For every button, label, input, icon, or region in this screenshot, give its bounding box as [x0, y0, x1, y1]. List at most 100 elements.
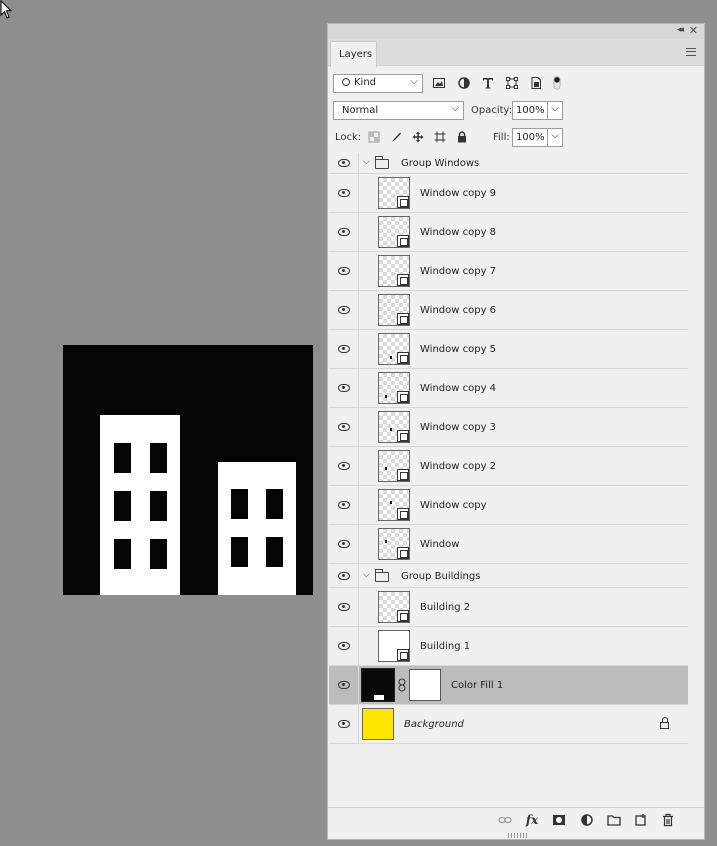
trash-icon[interactable] — [661, 813, 675, 827]
layer-row[interactable]: Window copy 6 — [329, 291, 688, 330]
panel-menu-icon[interactable] — [686, 48, 696, 56]
blend-row: Normal ⌵ Opacity: 100% ⌵ — [328, 101, 704, 121]
layer-thumbnail — [378, 216, 410, 248]
close-icon[interactable]: ✕ — [689, 24, 698, 37]
pixel-filter-icon[interactable] — [432, 76, 446, 90]
window — [150, 491, 167, 521]
layer-row-background[interactable]: Background — [329, 705, 688, 744]
visibility-toggle[interactable] — [329, 252, 359, 290]
new-group-icon[interactable] — [607, 813, 621, 827]
visibility-toggle[interactable] — [329, 213, 359, 251]
fx-icon[interactable]: fx — [525, 813, 539, 827]
opacity-dropdown[interactable]: ⌵ — [548, 101, 563, 120]
layer-row[interactable]: Window copy 2 — [329, 447, 688, 486]
fill-layer-thumbnail[interactable] — [361, 668, 395, 702]
chain-link-icon[interactable] — [398, 678, 406, 692]
layer-thumbnail — [378, 528, 410, 560]
blend-mode-select[interactable]: Normal ⌵ — [333, 101, 464, 120]
eye-icon — [338, 267, 350, 275]
shape-layer-icon — [397, 610, 409, 622]
layer-name: Window copy 7 — [420, 266, 497, 277]
layer-thumbnail — [378, 177, 410, 209]
shape-filter-icon[interactable] — [505, 76, 519, 90]
window — [266, 489, 283, 519]
visibility-toggle[interactable] — [329, 564, 359, 587]
visibility-toggle[interactable] — [329, 666, 359, 704]
layer-row-selected[interactable]: Color Fill 1 — [329, 666, 688, 705]
blend-mode-value: Normal — [342, 105, 379, 116]
adjustment-filter-icon[interactable] — [457, 76, 471, 90]
lock-all-icon[interactable] — [456, 131, 468, 143]
visibility-toggle[interactable] — [329, 408, 359, 446]
adjustment-layer-icon[interactable] — [580, 813, 594, 827]
eye-icon — [338, 540, 350, 548]
layers-bottom-toolbar: fx — [328, 807, 704, 831]
layer-name: Window copy 9 — [420, 188, 497, 199]
panel-resize-grip[interactable] — [508, 833, 528, 838]
filter-kind-select[interactable]: Kind ⌵ — [333, 74, 423, 93]
fill-label: Fill: — [493, 132, 510, 143]
lock-icon — [660, 717, 669, 729]
visibility-toggle[interactable] — [329, 705, 359, 743]
opacity-value: 100% — [516, 105, 545, 116]
lock-image-pixels-icon[interactable] — [390, 131, 402, 143]
visibility-toggle[interactable] — [329, 174, 359, 212]
double-chevron-left-icon[interactable]: ◂◂ — [677, 25, 684, 35]
type-filter-icon[interactable] — [481, 76, 495, 90]
layer-row[interactable]: Window copy 7 — [329, 252, 688, 291]
window — [150, 539, 167, 569]
layer-row[interactable]: Window copy 3 — [329, 408, 688, 447]
filter-kind-label: Kind — [354, 77, 377, 88]
layer-row[interactable]: Window copy 5 — [329, 330, 688, 369]
smart-object-filter-icon[interactable] — [529, 76, 543, 90]
layer-row[interactable]: Window copy 4 — [329, 369, 688, 408]
layer-name: Window copy 4 — [420, 383, 497, 394]
chevron-down-icon[interactable]: ⌵ — [363, 157, 370, 167]
eye-icon — [338, 720, 350, 728]
lock-artboard-icon[interactable] — [434, 131, 446, 143]
add-mask-icon[interactable] — [552, 813, 566, 827]
visibility-toggle[interactable] — [329, 588, 359, 626]
layer-row[interactable]: Window copy 9 — [329, 174, 688, 213]
layer-row[interactable]: Window copy 8 — [329, 213, 688, 252]
visibility-toggle[interactable] — [329, 486, 359, 524]
new-layer-icon[interactable] — [634, 813, 648, 827]
layer-row[interactable]: Building 1 — [329, 627, 688, 666]
shape-layer-icon — [397, 235, 409, 247]
eye-icon — [338, 501, 350, 509]
lock-transparent-pixels-icon[interactable] — [368, 131, 380, 143]
layer-row[interactable]: Building 2 — [329, 588, 688, 627]
shape-preview — [390, 356, 392, 359]
canvas-document[interactable] — [63, 345, 313, 595]
visibility-toggle[interactable] — [329, 447, 359, 485]
lock-label: Lock: — [335, 132, 362, 143]
shape-preview — [385, 540, 387, 543]
layer-mask-thumbnail[interactable] — [409, 669, 441, 701]
visibility-toggle[interactable] — [329, 369, 359, 407]
chevron-down-icon[interactable]: ⌵ — [363, 570, 370, 580]
filter-toggle-icon[interactable] — [552, 76, 562, 90]
fill-dropdown[interactable]: ⌵ — [548, 128, 563, 147]
shape-layer-icon — [397, 313, 409, 325]
visibility-toggle[interactable] — [329, 291, 359, 329]
visibility-toggle[interactable] — [329, 525, 359, 563]
visibility-toggle[interactable] — [329, 153, 359, 173]
fill-input[interactable]: 100% — [512, 128, 548, 147]
shape-preview — [390, 428, 392, 431]
tab-layers[interactable]: Layers — [330, 41, 377, 67]
layer-row[interactable]: Window copy — [329, 486, 688, 525]
layer-row-group-buildings[interactable]: ⌵ Group Buildings — [329, 564, 688, 588]
visibility-toggle[interactable] — [329, 627, 359, 665]
panel-title-bar[interactable]: ◂◂ ✕ — [328, 24, 704, 39]
eye-icon — [338, 345, 350, 353]
visibility-toggle[interactable] — [329, 330, 359, 368]
layer-row-group-windows[interactable]: ⌵ Group Windows — [329, 153, 688, 174]
layer-name: Background — [404, 719, 464, 730]
eye-icon — [338, 159, 350, 167]
link-layers-icon[interactable] — [498, 813, 512, 827]
window — [150, 443, 167, 473]
lock-position-icon[interactable] — [412, 131, 424, 143]
opacity-input[interactable]: 100% — [512, 101, 548, 120]
layer-row[interactable]: Window — [329, 525, 688, 564]
shape-layer-icon — [397, 430, 409, 442]
